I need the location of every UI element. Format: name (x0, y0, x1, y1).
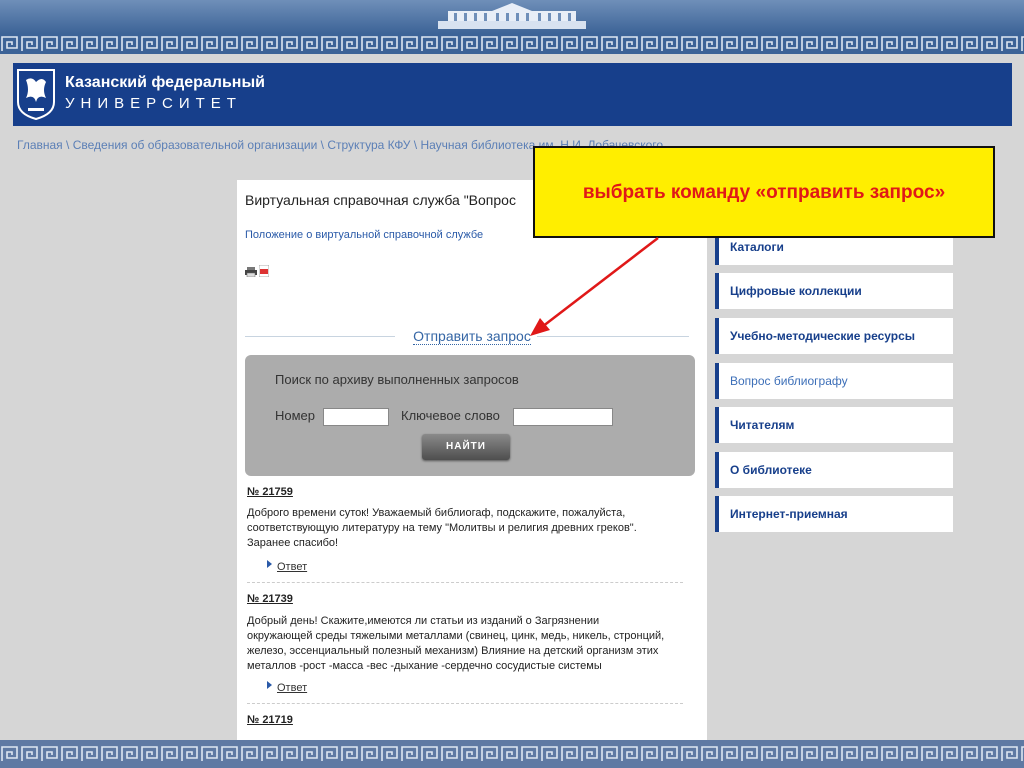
breadcrumb-item-structure[interactable]: Структура КФУ (327, 138, 410, 152)
pdf-icon[interactable] (259, 265, 269, 277)
answer-link[interactable]: Ответ (277, 682, 307, 694)
page-title: Виртуальная справочная служба "Вопрос (245, 192, 516, 208)
sidebar-item-digital-collections[interactable]: Цифровые коллекции (715, 273, 953, 309)
sidebar-item-readers[interactable]: Читателям (715, 407, 953, 443)
search-panel-title: Поиск по архиву выполненных запросов (275, 372, 519, 387)
breadcrumb-item-home[interactable]: Главная (17, 138, 63, 152)
entry-divider (247, 582, 683, 583)
callout-arrow-icon (530, 237, 659, 336)
archive-search-panel: Поиск по архиву выполненных запросов Ном… (245, 355, 695, 476)
keyword-input[interactable] (513, 408, 613, 426)
number-input[interactable] (323, 408, 389, 426)
request-number[interactable]: № 21759 (247, 486, 293, 498)
request-text: Доброго времени суток! Уважаемый библиог… (247, 507, 637, 549)
answer-arrow-icon (267, 560, 272, 568)
find-button[interactable]: НАЙТИ (422, 434, 510, 460)
answer-link[interactable]: Ответ (277, 561, 307, 573)
sidebar-item-internet-reception[interactable]: Интернет-приемная (715, 496, 953, 532)
university-name-line1: Казанский федеральный (65, 74, 265, 91)
kfu-logo-icon[interactable] (16, 68, 56, 120)
answer-arrow-icon (267, 681, 272, 689)
sidebar-item-ask-librarian[interactable]: Вопрос библиографу (715, 363, 953, 399)
entry-divider (247, 703, 683, 704)
regulation-link[interactable]: Положение о виртуальной справочной служб… (245, 229, 483, 241)
request-number[interactable]: № 21739 (247, 593, 293, 605)
breadcrumb-separator: \ (317, 138, 328, 152)
sidebar-item-about-library[interactable]: О библиотеке (715, 452, 953, 488)
send-request-link[interactable]: Отправить запрос (413, 328, 531, 345)
breadcrumb-separator: \ (410, 138, 421, 152)
request-number[interactable]: № 21719 (247, 714, 293, 726)
breadcrumb-item-info[interactable]: Сведения об образовательной организации (73, 138, 318, 152)
number-label: Номер (275, 408, 316, 423)
instruction-callout: выбрать команду «отправить запрос» (533, 146, 995, 238)
print-icon[interactable] (245, 267, 257, 277)
building-emblem-icon (438, 3, 586, 29)
meander-border-top (0, 34, 1024, 54)
sidebar-item-teaching-resources[interactable]: Учебно-методические ресурсы (715, 318, 953, 354)
keyword-label: Ключевое слово (401, 408, 500, 423)
breadcrumb-separator: \ (62, 138, 73, 152)
meander-border-bottom (0, 740, 1024, 768)
request-text: Добрый день! Скажите,имеются ли статьи и… (247, 615, 665, 672)
university-name-line2: УНИВЕРСИТЕТ (65, 95, 242, 112)
top-band (0, 0, 1024, 34)
